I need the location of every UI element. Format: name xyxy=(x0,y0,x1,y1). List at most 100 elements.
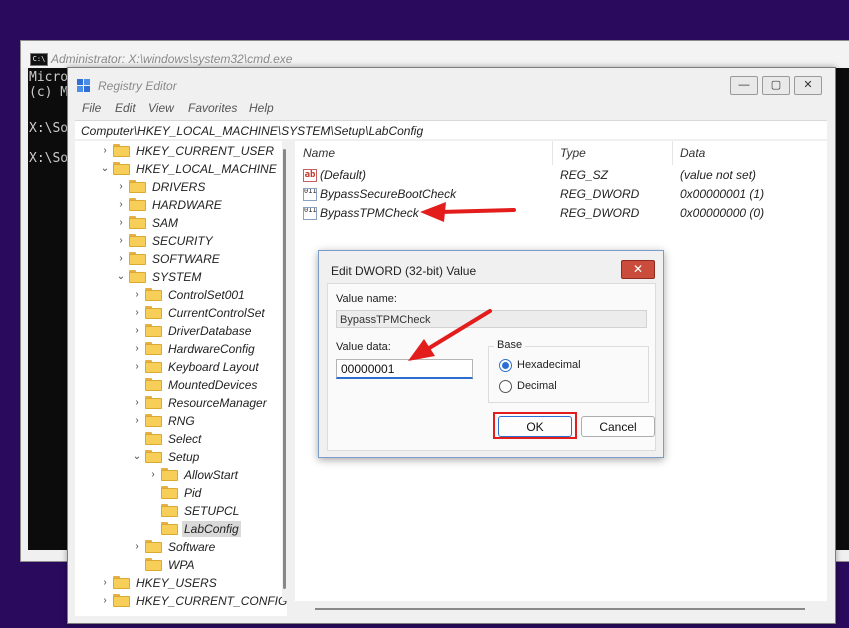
tree-item-label: SAM xyxy=(152,216,179,230)
tree-item-label: HKEY_LOCAL_MACHINE xyxy=(136,162,277,176)
tree-item-label: Pid xyxy=(184,486,202,500)
chevron-right-icon[interactable]: › xyxy=(116,180,126,194)
folder-icon xyxy=(145,378,162,391)
tree-item-label: Select xyxy=(168,432,202,446)
column-header-data[interactable]: Data xyxy=(672,141,827,165)
tree-item-label: Software xyxy=(168,540,216,554)
cancel-button[interactable]: Cancel xyxy=(581,416,655,437)
folder-icon xyxy=(113,576,130,589)
chevron-right-icon[interactable]: › xyxy=(132,360,142,374)
value-row[interactable]: 011 BypassSecureBootCheck REG_DWORD 0x00… xyxy=(295,185,827,204)
chevron-right-icon[interactable]: › xyxy=(132,342,142,356)
minimize-button[interactable]: — xyxy=(730,76,758,95)
binary-value-icon: 011 xyxy=(303,207,317,220)
ok-button[interactable]: OK xyxy=(498,416,572,437)
registry-tree[interactable]: › HKEY_CURRENT_USER ⌄ HKEY_LOCAL_MACHINE › DR… xyxy=(75,141,287,616)
chevron-right-icon[interactable]: › xyxy=(100,144,110,158)
folder-icon xyxy=(129,252,146,265)
tree-item-label: SETUPCL xyxy=(184,504,240,518)
folder-icon xyxy=(129,180,146,193)
tree-item-label: Setup xyxy=(168,450,200,464)
dialog-close-button[interactable]: ✕ xyxy=(621,260,655,279)
cmd-titlebar[interactable]: C:\ Administrator: X:\windows\system32\c… xyxy=(21,41,849,67)
chevron-down-icon[interactable]: ⌄ xyxy=(116,270,126,284)
menu-help[interactable]: Help xyxy=(249,101,274,115)
tree-item-label: RNG xyxy=(168,414,195,428)
chevron-right-icon[interactable]: › xyxy=(100,594,110,608)
column-header-type[interactable]: Type xyxy=(552,141,673,165)
tree-item-label: HKEY_CURRENT_USER xyxy=(136,144,275,158)
maximize-button[interactable]: ▢ xyxy=(762,76,790,95)
chevron-right-icon[interactable]: › xyxy=(132,324,142,338)
binary-value-icon: 011 xyxy=(303,188,317,201)
folder-icon xyxy=(129,198,146,211)
tree-item-label: SOFTWARE xyxy=(152,252,220,266)
chevron-right-icon[interactable]: › xyxy=(132,540,142,554)
address-bar[interactable]: Computer\HKEY_LOCAL_MACHINE\SYSTEM\Setup… xyxy=(75,120,827,139)
value-name-field: BypassTPMCheck xyxy=(336,310,647,328)
dialog-body: Value name: BypassTPMCheck Value data: B… xyxy=(327,283,656,451)
value-name: BypassTPMCheck xyxy=(320,206,419,220)
folder-icon xyxy=(129,234,146,247)
folder-icon xyxy=(145,432,162,445)
chevron-right-icon[interactable]: › xyxy=(148,468,158,482)
value-type: REG_SZ xyxy=(560,168,609,182)
menu-file[interactable]: File xyxy=(82,101,101,115)
folder-icon xyxy=(145,306,162,319)
folder-icon xyxy=(161,522,178,535)
registry-editor-icon xyxy=(77,79,91,93)
folder-icon xyxy=(145,288,162,301)
decimal-radio[interactable] xyxy=(499,380,512,393)
folder-icon xyxy=(129,270,146,283)
column-header-name[interactable]: Name xyxy=(295,141,553,165)
value-data-input[interactable] xyxy=(336,359,473,379)
hexadecimal-label[interactable]: Hexadecimal xyxy=(517,359,581,371)
folder-icon xyxy=(145,396,162,409)
chevron-down-icon[interactable]: ⌄ xyxy=(100,162,110,176)
chevron-right-icon[interactable]: › xyxy=(116,198,126,212)
chevron-right-icon[interactable]: › xyxy=(116,216,126,230)
folder-icon xyxy=(145,450,162,463)
chevron-right-icon[interactable]: › xyxy=(132,288,142,302)
regedit-titlebar[interactable]: Registry Editor — ▢ ✕ xyxy=(68,68,835,98)
tree-item-label: ResourceManager xyxy=(168,396,267,410)
folder-icon xyxy=(145,360,162,373)
chevron-right-icon[interactable]: › xyxy=(132,306,142,320)
folder-icon xyxy=(145,324,162,337)
decimal-label[interactable]: Decimal xyxy=(517,380,557,392)
chevron-right-icon[interactable]: › xyxy=(132,396,142,410)
hexadecimal-radio[interactable] xyxy=(499,359,512,372)
menu-edit[interactable]: Edit xyxy=(115,101,136,115)
base-groupbox: Base Hexadecimal Decimal xyxy=(488,339,649,403)
hscrollbar-thumb[interactable] xyxy=(315,608,805,610)
value-data-label: Value data: xyxy=(336,341,391,353)
cmd-app-icon: C:\ xyxy=(30,53,48,66)
folder-icon xyxy=(113,144,130,157)
chevron-down-icon[interactable]: ⌄ xyxy=(132,450,142,464)
tree-item-label: CurrentControlSet xyxy=(168,306,265,320)
tree-scrollbar-thumb[interactable] xyxy=(283,149,286,589)
chevron-right-icon[interactable]: › xyxy=(132,414,142,428)
menu-view[interactable]: View xyxy=(148,101,174,115)
column-header-label: Data xyxy=(680,146,706,160)
column-header-label: Type xyxy=(560,146,586,160)
address-path: Computer\HKEY_LOCAL_MACHINE\SYSTEM\Setup… xyxy=(81,124,424,138)
console-line: X:\So xyxy=(29,121,69,136)
value-row[interactable]: ab (Default) REG_SZ (value not set) xyxy=(295,166,827,185)
folder-icon xyxy=(113,162,130,175)
menu-bar: File Edit View Favorites Help xyxy=(68,98,835,116)
value-row[interactable]: 011 BypassTPMCheck REG_DWORD 0x00000000 … xyxy=(295,204,827,223)
value-list-hscrollbar[interactable] xyxy=(295,601,827,616)
menu-favorites[interactable]: Favorites xyxy=(188,101,237,115)
chevron-right-icon[interactable]: › xyxy=(116,234,126,248)
tree-item-label: SYSTEM xyxy=(152,270,202,284)
close-button[interactable]: ✕ xyxy=(794,76,822,95)
cmd-window-title: Administrator: X:\windows\system32\cmd.e… xyxy=(51,52,293,66)
chevron-right-icon[interactable]: › xyxy=(100,576,110,590)
tree-item-label: HARDWARE xyxy=(152,198,222,212)
chevron-right-icon[interactable]: › xyxy=(116,252,126,266)
pane-splitter[interactable] xyxy=(287,141,295,616)
